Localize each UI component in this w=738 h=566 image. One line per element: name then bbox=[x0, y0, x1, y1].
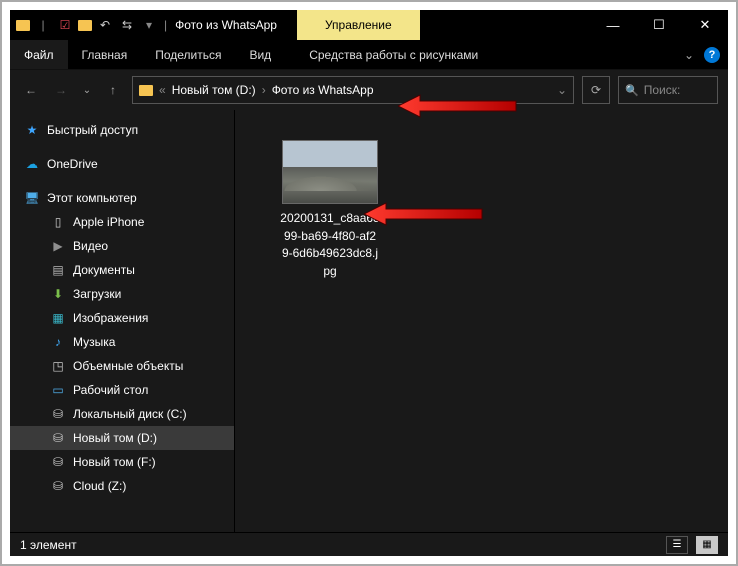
sidebar-item-label: Видео bbox=[73, 239, 108, 253]
sidebar-item-label: Быстрый доступ bbox=[47, 123, 138, 137]
sidebar-item-label: Cloud (Z:) bbox=[73, 479, 126, 493]
recent-locations-button[interactable]: ⌄ bbox=[80, 79, 94, 101]
sidebar-item-label: Документы bbox=[73, 263, 135, 277]
breadcrumb-chevron-icon[interactable]: › bbox=[262, 83, 266, 97]
properties-icon[interactable]: ☑ bbox=[56, 16, 74, 34]
breadcrumb-bar[interactable]: « Новый том (D:) › Фото из WhatsApp ⌄ bbox=[132, 76, 574, 104]
refresh-button[interactable]: ⟳ bbox=[582, 76, 610, 104]
music-icon: ♪ bbox=[50, 334, 66, 350]
sidebar-item[interactable]: ▯ Apple iPhone bbox=[10, 210, 234, 234]
sidebar-item[interactable]: ▦ Изображения bbox=[10, 306, 234, 330]
maximize-button[interactable]: ☐ bbox=[636, 10, 682, 40]
tab-view[interactable]: Вид bbox=[235, 40, 285, 69]
forward-button[interactable]: → bbox=[50, 79, 72, 101]
disk-icon: ⛁ bbox=[50, 454, 66, 470]
sidebar-item-label: Изображения bbox=[73, 311, 148, 325]
file-item[interactable]: 20200131_c8aa68 99-ba69-4f80-af2 9-6d6b4… bbox=[265, 140, 395, 280]
minimize-button[interactable]: — bbox=[590, 10, 636, 40]
qat-dropdown-icon[interactable]: ▾ bbox=[140, 16, 158, 34]
location-icon bbox=[139, 85, 153, 96]
desk-icon: ▭ bbox=[50, 382, 66, 398]
navigation-pane: ★ Быстрый доступ ☁ OneDrive 🖥 Этот компь… bbox=[10, 110, 235, 532]
sidebar-item-onedrive[interactable]: ☁ OneDrive bbox=[10, 152, 234, 176]
vol-icon: ◳ bbox=[50, 358, 66, 374]
thumbnails-view-button[interactable]: ▦ bbox=[696, 536, 718, 554]
star-icon: ★ bbox=[24, 122, 40, 138]
sidebar-item-label: Загрузки bbox=[73, 287, 121, 301]
qat-separator-icon: | bbox=[34, 16, 52, 34]
search-icon: 🔍 bbox=[625, 84, 639, 97]
img-icon: ▦ bbox=[50, 310, 66, 326]
contextual-tab-header: Управление bbox=[297, 10, 420, 40]
sidebar-item[interactable]: ⛁ Новый том (D:) bbox=[10, 426, 234, 450]
details-view-button[interactable]: ☰ bbox=[666, 536, 688, 554]
video-icon: ▶ bbox=[50, 238, 66, 254]
sidebar-item[interactable]: ⬇ Загрузки bbox=[10, 282, 234, 306]
window-title: Фото из WhatsApp bbox=[167, 10, 285, 40]
tab-home[interactable]: Главная bbox=[68, 40, 142, 69]
sidebar-item[interactable]: ⛁ Локальный диск (C:) bbox=[10, 402, 234, 426]
disk-icon: ⛁ bbox=[50, 430, 66, 446]
sidebar-item[interactable]: ⛁ Новый том (F:) bbox=[10, 450, 234, 474]
sidebar-item[interactable]: ▤ Документы bbox=[10, 258, 234, 282]
back-button[interactable]: ← bbox=[20, 79, 42, 101]
dl-icon: ⬇ bbox=[50, 286, 66, 302]
sidebar-item[interactable]: ◳ Объемные объекты bbox=[10, 354, 234, 378]
file-name: 20200131_c8aa68 99-ba69-4f80-af2 9-6d6b4… bbox=[266, 210, 394, 280]
sidebar-item-label: Музыка bbox=[73, 335, 115, 349]
disk-icon: ⛁ bbox=[50, 478, 66, 494]
sidebar-item-label: Рабочий стол bbox=[73, 383, 148, 397]
ribbon-tabs: Файл Главная Поделиться Вид Средства раб… bbox=[10, 40, 728, 70]
folder-icon bbox=[16, 20, 30, 31]
breadcrumb-dropdown-icon[interactable]: ⌄ bbox=[557, 83, 567, 97]
quick-access-toolbar: | ☑ ↶ ⇆ ▾ bbox=[10, 10, 164, 40]
tab-picture-tools[interactable]: Средства работы с рисунками bbox=[295, 40, 492, 69]
ribbon-expand-icon[interactable]: ⌄ bbox=[684, 48, 694, 62]
content-pane[interactable]: 20200131_c8aa68 99-ba69-4f80-af2 9-6d6b4… bbox=[235, 110, 728, 532]
search-input[interactable] bbox=[644, 83, 711, 97]
navigation-bar: ← → ⌄ ↑ « Новый том (D:) › Фото из Whats… bbox=[10, 70, 728, 110]
undo-icon[interactable]: ↶ bbox=[96, 16, 114, 34]
sidebar-item[interactable]: ♪ Музыка bbox=[10, 330, 234, 354]
sidebar-item-label: Локальный диск (C:) bbox=[73, 407, 187, 421]
sidebar-item[interactable]: ▭ Рабочий стол bbox=[10, 378, 234, 402]
status-item-count: 1 элемент bbox=[20, 538, 77, 552]
sidebar-item-label: Объемные объекты bbox=[73, 359, 183, 373]
sidebar-item-label: Этот компьютер bbox=[47, 191, 137, 205]
help-icon[interactable]: ? bbox=[704, 47, 720, 63]
file-tab[interactable]: Файл bbox=[10, 40, 68, 69]
phone-icon: ▯ bbox=[50, 214, 66, 230]
file-thumbnail[interactable] bbox=[282, 140, 378, 204]
breadcrumb-overflow[interactable]: « bbox=[159, 83, 166, 97]
search-box[interactable]: 🔍 bbox=[618, 76, 718, 104]
sidebar-item-label: OneDrive bbox=[47, 157, 98, 171]
breadcrumb-segment[interactable]: Новый том (D:) bbox=[172, 83, 256, 97]
cloud-icon: ☁ bbox=[24, 156, 40, 172]
up-button[interactable]: ↑ bbox=[102, 79, 124, 101]
disk-icon: ⛁ bbox=[50, 406, 66, 422]
docs-icon: ▤ bbox=[50, 262, 66, 278]
tab-share[interactable]: Поделиться bbox=[141, 40, 235, 69]
sidebar-item-this-pc[interactable]: 🖥 Этот компьютер bbox=[10, 186, 234, 210]
pc-icon: 🖥 bbox=[24, 190, 40, 206]
close-button[interactable]: ✕ bbox=[682, 10, 728, 40]
sidebar-item-quick-access[interactable]: ★ Быстрый доступ bbox=[10, 118, 234, 142]
status-bar: 1 элемент ☰ ▦ bbox=[10, 532, 728, 556]
new-folder-icon[interactable] bbox=[78, 20, 92, 31]
title-bar: | ☑ ↶ ⇆ ▾ | Фото из WhatsApp Управление … bbox=[10, 10, 728, 40]
sidebar-item[interactable]: ⛁ Cloud (Z:) bbox=[10, 474, 234, 498]
redo-icon[interactable]: ⇆ bbox=[118, 16, 136, 34]
sidebar-item[interactable]: ▶ Видео bbox=[10, 234, 234, 258]
sidebar-item-label: Новый том (F:) bbox=[73, 455, 156, 469]
breadcrumb-segment[interactable]: Фото из WhatsApp bbox=[272, 83, 374, 97]
sidebar-item-label: Apple iPhone bbox=[73, 215, 144, 229]
sidebar-item-label: Новый том (D:) bbox=[73, 431, 157, 445]
